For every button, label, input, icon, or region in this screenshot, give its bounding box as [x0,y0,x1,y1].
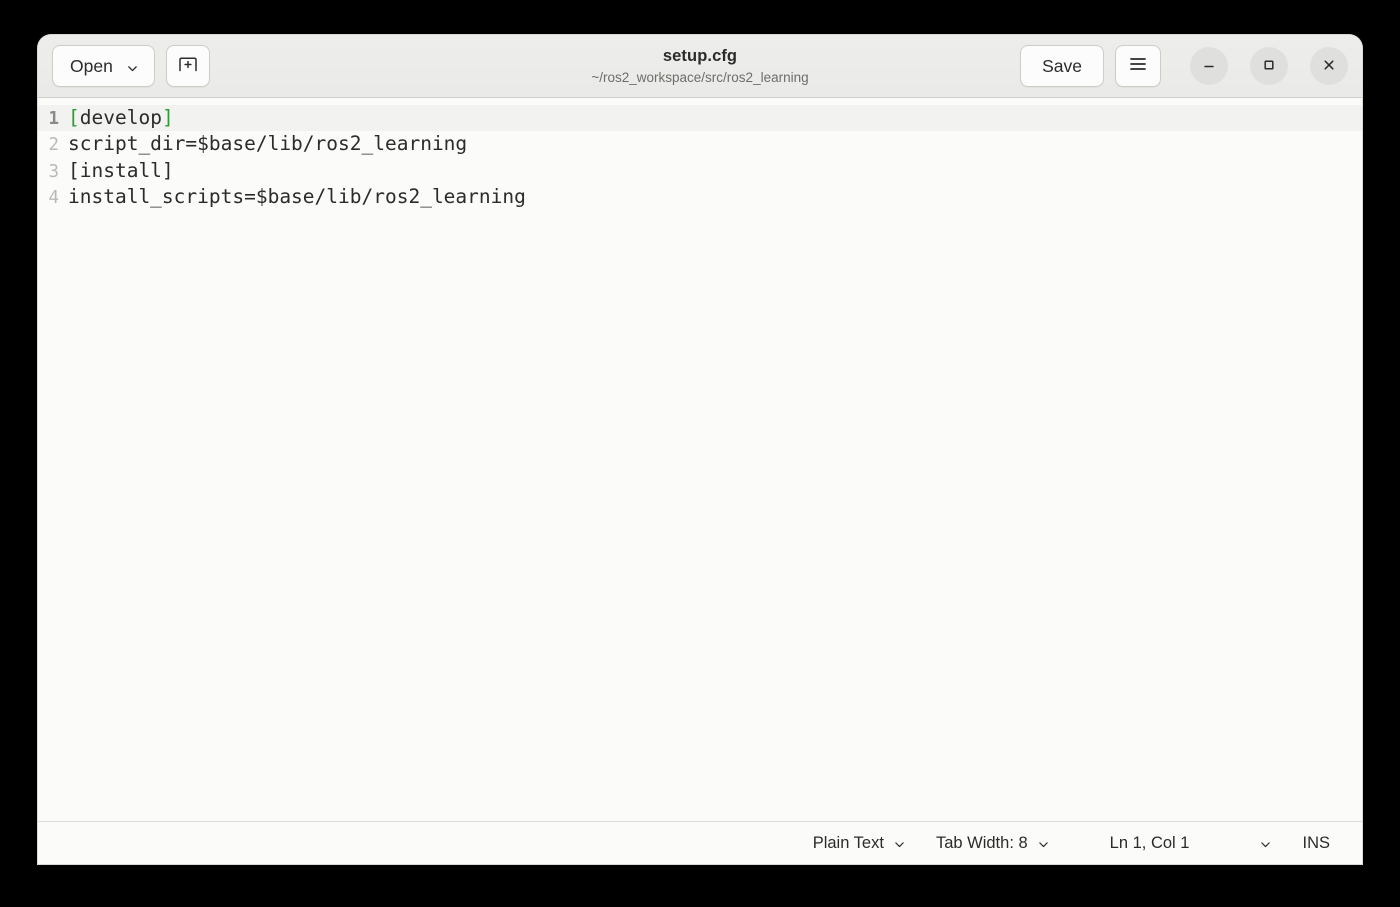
line-number: 1 [48,109,59,129]
close-button[interactable] [1310,47,1348,85]
chevron-down-icon [1037,837,1050,850]
tab-width-selector[interactable]: Tab Width: 8 [926,829,1060,858]
new-tab-icon [177,54,199,79]
save-button[interactable]: Save [1020,45,1104,87]
code-line[interactable]: 4 install_scripts=$base/lib/ros2_learnin… [38,184,1362,210]
new-tab-button[interactable] [165,45,210,87]
line-number: 2 [48,135,59,156]
insert-mode-indicator: INS [1302,833,1330,852]
section-open-bracket: [ [68,106,80,129]
window-controls [1190,47,1348,85]
save-button-label: Save [1042,55,1082,76]
cursor-position-selector[interactable]: Ln 1, Col 1 [1098,829,1285,858]
chevron-down-icon [126,60,139,73]
chevron-down-icon [893,837,906,850]
text-editor-window: Open setup.cfg ~/ros2_workspace/src/ros2… [38,35,1362,864]
language-label: Plain Text [812,833,884,852]
code-line[interactable]: 3 [install] [38,158,1362,184]
header-left-group: Open [52,45,210,87]
line-content: script_dir=$base/lib/ros2_learning [68,132,468,156]
text-editor-area[interactable]: 1 [develop] 2 script_dir=$base/lib/ros2_… [38,98,1362,821]
line-content: [develop] [68,105,174,131]
maximize-icon [1261,57,1277,76]
code-line[interactable]: 1 [develop] [38,105,1362,132]
maximize-button[interactable] [1250,47,1288,85]
language-selector[interactable]: Plain Text [803,829,916,858]
minimize-button[interactable] [1190,47,1228,85]
close-icon [1321,57,1337,76]
open-button[interactable]: Open [52,45,155,87]
hamburger-menu-icon [1128,56,1148,77]
file-path-subtitle: ~/ros2_workspace/src/ros2_learning [591,69,809,85]
status-bar: Plain Text Tab Width: 8 Ln 1, Col 1 INS [38,821,1362,864]
header-bar: Open setup.cfg ~/ros2_workspace/src/ros2… [38,35,1362,98]
line-number: 3 [48,161,59,182]
page-title: setup.cfg [662,46,738,65]
cursor-position-label: Ln 1, Col 1 [1109,833,1190,852]
open-button-label: Open [70,55,113,76]
minimize-icon [1201,57,1217,76]
section-name: develop [79,106,162,129]
chevron-down-icon [1259,837,1272,850]
line-content: [install] [68,158,174,182]
line-number: 4 [48,187,59,208]
main-menu-button[interactable] [1115,45,1161,87]
code-line[interactable]: 2 script_dir=$base/lib/ros2_learning [38,131,1362,157]
header-right-group: Save [1020,45,1348,87]
line-content: install_scripts=$base/lib/ros2_learning [68,184,526,208]
section-close-bracket: ] [161,106,174,129]
tab-width-label: Tab Width: 8 [935,833,1028,852]
